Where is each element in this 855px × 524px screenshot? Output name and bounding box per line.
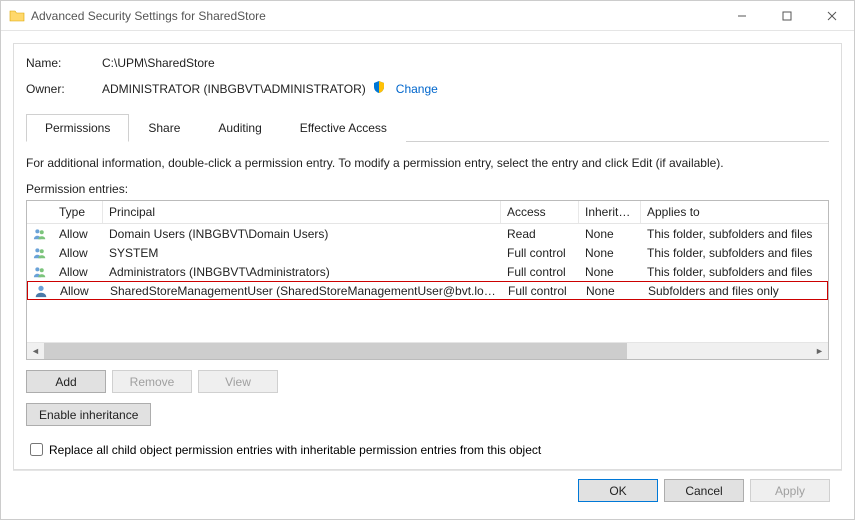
tab-share[interactable]: Share bbox=[129, 114, 199, 142]
scroll-right-arrow-icon[interactable]: ► bbox=[811, 343, 828, 360]
col-applies[interactable]: Applies to bbox=[641, 201, 828, 223]
inheritance-row: Enable inheritance bbox=[26, 403, 829, 426]
window-buttons bbox=[719, 1, 854, 30]
dialog-footer: OK Cancel Apply bbox=[13, 470, 842, 512]
name-label: Name: bbox=[26, 56, 102, 70]
minimize-button[interactable] bbox=[719, 1, 764, 30]
cell-type: Allow bbox=[53, 245, 103, 261]
cell-access: Full control bbox=[501, 264, 579, 280]
remove-button[interactable]: Remove bbox=[112, 370, 192, 393]
titlebar: Advanced Security Settings for SharedSto… bbox=[1, 1, 854, 31]
col-type[interactable]: Type bbox=[53, 201, 103, 223]
cell-type: Allow bbox=[53, 226, 103, 242]
tab-auditing[interactable]: Auditing bbox=[199, 114, 280, 142]
replace-checkbox-label: Replace all child object permission entr… bbox=[49, 443, 541, 457]
inner-panel: Name: C:\UPM\SharedStore Owner: ADMINIST… bbox=[13, 43, 842, 470]
cell-principal: SYSTEM bbox=[103, 245, 501, 261]
view-button[interactable]: View bbox=[198, 370, 278, 393]
cell-access: Full control bbox=[502, 283, 580, 299]
table-header: Type Principal Access Inherite... Applie… bbox=[27, 201, 828, 224]
group-icon bbox=[27, 244, 53, 262]
change-owner-link[interactable]: Change bbox=[396, 82, 438, 96]
col-icon[interactable] bbox=[27, 201, 53, 223]
tab-permissions[interactable]: Permissions bbox=[26, 114, 129, 142]
table-body: AllowDomain Users (INBGBVT\Domain Users)… bbox=[27, 224, 828, 342]
cell-inherited: None bbox=[579, 264, 641, 280]
cell-inherited: None bbox=[579, 226, 641, 242]
cell-applies: This folder, subfolders and files bbox=[641, 245, 828, 261]
cell-inherited: None bbox=[580, 283, 642, 299]
shield-icon bbox=[372, 80, 386, 97]
owner-label: Owner: bbox=[26, 82, 102, 96]
table-row[interactable]: AllowSharedStoreManagementUser (SharedSt… bbox=[27, 281, 828, 300]
scroll-left-arrow-icon[interactable]: ◄ bbox=[27, 343, 44, 360]
table-row[interactable]: AllowSYSTEMFull controlNoneThis folder, … bbox=[27, 243, 828, 262]
owner-value: ADMINISTRATOR (INBGBVT\ADMINISTRATOR) bbox=[102, 82, 366, 96]
cancel-button[interactable]: Cancel bbox=[664, 479, 744, 502]
owner-row: Owner: ADMINISTRATOR (INBGBVT\ADMINISTRA… bbox=[26, 80, 829, 97]
cell-type: Allow bbox=[54, 283, 104, 299]
col-principal[interactable]: Principal bbox=[103, 201, 501, 223]
name-value: C:\UPM\SharedStore bbox=[102, 56, 215, 70]
cell-type: Allow bbox=[53, 264, 103, 280]
replace-checkbox-row: Replace all child object permission entr… bbox=[26, 440, 829, 459]
cell-access: Read bbox=[501, 226, 579, 242]
scroll-thumb[interactable] bbox=[44, 343, 627, 359]
cell-principal: Administrators (INBGBVT\Administrators) bbox=[103, 264, 501, 280]
scroll-track[interactable] bbox=[44, 343, 811, 359]
group-icon bbox=[27, 225, 53, 243]
cell-principal: Domain Users (INBGBVT\Domain Users) bbox=[103, 226, 501, 242]
tabs: Permissions Share Auditing Effective Acc… bbox=[26, 113, 829, 142]
window-title: Advanced Security Settings for SharedSto… bbox=[31, 9, 719, 23]
cell-applies: This folder, subfolders and files bbox=[641, 226, 828, 242]
cell-inherited: None bbox=[579, 245, 641, 261]
col-inherited[interactable]: Inherite... bbox=[579, 201, 641, 223]
action-buttons: Add Remove View bbox=[26, 370, 829, 393]
cell-access: Full control bbox=[501, 245, 579, 261]
folder-icon bbox=[9, 8, 25, 24]
tab-effective-access[interactable]: Effective Access bbox=[281, 114, 406, 142]
enable-inheritance-button[interactable]: Enable inheritance bbox=[26, 403, 151, 426]
replace-checkbox[interactable] bbox=[30, 443, 43, 456]
window: Advanced Security Settings for SharedSto… bbox=[0, 0, 855, 520]
user-icon bbox=[28, 282, 54, 300]
permissions-table: Type Principal Access Inherite... Applie… bbox=[26, 200, 829, 360]
table-row[interactable]: AllowDomain Users (INBGBVT\Domain Users)… bbox=[27, 224, 828, 243]
close-button[interactable] bbox=[809, 1, 854, 30]
horizontal-scrollbar[interactable]: ◄ ► bbox=[27, 342, 828, 359]
cell-applies: This folder, subfolders and files bbox=[641, 264, 828, 280]
apply-button[interactable]: Apply bbox=[750, 479, 830, 502]
content: Name: C:\UPM\SharedStore Owner: ADMINIST… bbox=[1, 31, 854, 524]
info-text: For additional information, double-click… bbox=[26, 156, 829, 170]
maximize-button[interactable] bbox=[764, 1, 809, 30]
cell-principal: SharedStoreManagementUser (SharedStoreMa… bbox=[104, 283, 502, 299]
table-row[interactable]: AllowAdministrators (INBGBVT\Administrat… bbox=[27, 262, 828, 281]
cell-applies: Subfolders and files only bbox=[642, 283, 827, 299]
col-access[interactable]: Access bbox=[501, 201, 579, 223]
add-button[interactable]: Add bbox=[26, 370, 106, 393]
group-icon bbox=[27, 263, 53, 281]
entries-label: Permission entries: bbox=[26, 182, 829, 196]
name-row: Name: C:\UPM\SharedStore bbox=[26, 56, 829, 70]
ok-button[interactable]: OK bbox=[578, 479, 658, 502]
